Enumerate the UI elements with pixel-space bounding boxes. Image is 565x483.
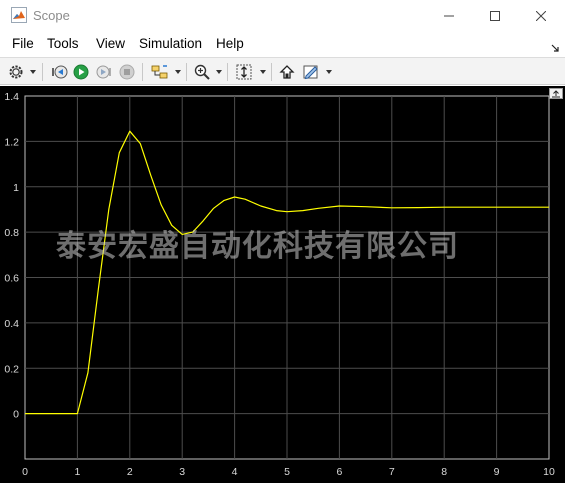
signal-select-dropdown-caret-icon[interactable] [175,70,181,74]
y-tick-label: 0.2 [4,363,19,375]
gear-dropdown-caret-icon[interactable] [30,70,36,74]
signal-select-icon[interactable] [148,61,172,83]
x-tick-label: 7 [389,466,395,478]
close-button[interactable] [518,0,564,32]
toolbar-separator [227,63,228,81]
minimize-button[interactable] [426,0,472,32]
menu-help[interactable]: Help [216,36,244,51]
stop-icon[interactable] [116,61,138,83]
title-bar: Scope [0,0,565,32]
y-tick-label: 1.4 [4,91,19,103]
matlab-icon [11,7,27,23]
gear-icon[interactable] [6,61,26,83]
scope-chart[interactable]: 0 1 2 3 4 5 6 7 8 9 10 0 0.2 0.4 0.6 0.8 1 1.2 1.4 [0,86,565,483]
step-forward-icon[interactable] [93,61,115,83]
scope-plot[interactable]: 0 1 2 3 4 5 6 7 8 9 10 0 0.2 0.4 0.6 0.8 1 1.2 1.4 泰安宏盛自动化… [0,86,565,483]
y-tick-label: 1.2 [4,136,19,148]
zoom-dropdown-caret-icon[interactable] [216,70,222,74]
y-tick-label: 0.8 [4,227,19,239]
menu-file[interactable]: File [12,36,34,51]
run-icon[interactable] [70,61,92,83]
toolbar-separator [42,63,43,81]
x-tick-label: 1 [74,466,80,478]
x-tick-label: 2 [127,466,133,478]
y-tick-label: 0.6 [4,273,19,285]
x-tick-label: 8 [441,466,447,478]
x-tick-label: 6 [336,466,342,478]
y-tick-label: 0 [13,409,19,421]
toolbar-separator [271,63,272,81]
x-tick-label: 5 [284,466,290,478]
menu-tools[interactable]: Tools [47,36,79,51]
maximize-button[interactable] [472,0,518,32]
menu-simulation[interactable]: Simulation [139,36,202,51]
expand-axes-button[interactable] [549,88,563,99]
pen-dropdown-caret-icon[interactable] [326,70,332,74]
zoom-icon[interactable] [191,61,213,83]
watermark-text: 泰安宏盛自动化科技有限公司 [56,229,459,264]
x-tick-label: 10 [543,466,555,478]
scale-dropdown-caret-icon[interactable] [260,70,266,74]
pen-edit-icon[interactable] [300,61,322,83]
toolbar-separator [142,63,143,81]
menu-bar: File Tools View Simulation Help [0,32,565,56]
x-tick-label: 4 [232,466,238,478]
toolbar-separator [186,63,187,81]
toolbar [0,57,565,85]
x-tick-label: 3 [179,466,185,478]
restore-icon[interactable] [276,61,298,83]
y-tick-label: 1 [13,182,19,194]
step-back-icon[interactable] [48,61,70,83]
x-tick-label: 9 [494,466,500,478]
undock-arrow-icon[interactable] [551,40,559,52]
window-title: Scope [33,8,70,23]
y-tick-label: 0.4 [4,318,19,330]
x-tick-label: 0 [22,466,28,478]
menu-view[interactable]: View [96,36,125,51]
scale-axes-icon[interactable] [233,61,255,83]
